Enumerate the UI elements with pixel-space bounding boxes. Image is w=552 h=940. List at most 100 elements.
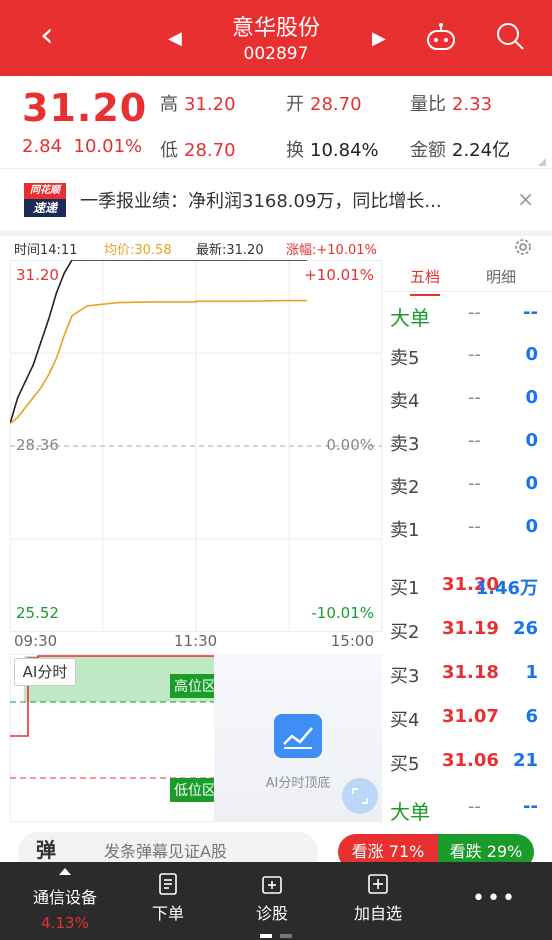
avg-point <box>16 416 19 418</box>
ask-row[interactable]: 卖2 -- 0 <box>384 463 552 505</box>
high-value: 31.20 <box>184 94 236 115</box>
high-label: 高 <box>160 94 178 115</box>
danmaku-icon[interactable]: 弹 <box>36 834 56 863</box>
big-sell-price: -- <box>468 302 481 323</box>
info-time: 时间14:11 <box>14 243 78 258</box>
search-icon[interactable] <box>494 20 526 52</box>
big-buy-label: 大单 <box>390 800 430 824</box>
big-buy-vol: -- <box>523 796 538 817</box>
chart-bottom-price: 25.52 <box>16 604 59 622</box>
big-sell-row[interactable]: 大单 -- -- <box>384 292 552 334</box>
ask-volume: 0 <box>525 344 538 365</box>
ask-row[interactable]: 卖1 -- 0 <box>384 506 552 548</box>
chart-mid-pct: 0.00% <box>326 436 374 454</box>
avg-point <box>288 299 290 302</box>
bid-price: 31.06 <box>442 750 499 771</box>
open-value: 28.70 <box>310 94 362 115</box>
ask-level-label: 卖4 <box>390 391 420 412</box>
ask-level-label: 卖3 <box>390 434 420 455</box>
low-stat: 低 28.70 <box>160 136 236 162</box>
vol-ratio-value: 2.33 <box>452 94 493 115</box>
gear-icon[interactable] <box>512 236 534 258</box>
order-label: 下单 <box>151 904 184 923</box>
ai-timeshare-panel[interactable]: AI分时 高位区 低位区 AI分时顶底 <box>9 653 383 823</box>
add-watchlist-label: 加自选 <box>353 904 402 923</box>
ask-row[interactable]: 卖4 -- 0 <box>384 377 552 419</box>
amount-stat: 金额 2.24亿 <box>410 136 510 162</box>
bid-price: 31.19 <box>442 618 499 639</box>
avg-point <box>305 299 307 302</box>
bid-volume: 26 <box>512 618 538 639</box>
price-point <box>24 380 27 382</box>
avg-point <box>24 406 27 409</box>
bid-price: 31.18 <box>442 662 499 683</box>
ai-tag[interactable]: AI分时 <box>14 658 76 686</box>
change-pct: 10.01% <box>73 136 143 157</box>
ask-price: -- <box>468 387 481 408</box>
tab-detail[interactable]: 明细 <box>486 266 516 287</box>
bid-row[interactable]: 买3 31.18 1 <box>384 652 552 694</box>
ask-row[interactable]: 卖3 -- 0 <box>384 420 552 462</box>
diagnose-icon <box>262 876 282 894</box>
open-label: 开 <box>286 94 304 115</box>
bid-volume: 6 <box>525 706 538 727</box>
bid-row[interactable]: 买5 31.06 21 <box>384 740 552 782</box>
bid-level-label: 买2 <box>390 622 420 643</box>
ai-overlay[interactable]: AI分时顶底 <box>214 654 382 822</box>
order-button[interactable]: 下单 <box>140 862 196 940</box>
price-point <box>40 341 42 343</box>
expand-corner-icon[interactable] <box>538 158 546 166</box>
low-zone-label: 低位区 <box>170 778 220 802</box>
ask-row[interactable]: 卖5 -- 0 <box>384 334 552 376</box>
top-bar: ‹ ◀ 意华股份 002897 ▶ <box>0 0 552 76</box>
news-text[interactable]: 一季报业绩：净利润3168.09万，同比增长... <box>80 187 442 213</box>
bid-row[interactable]: 买2 31.19 26 <box>384 608 552 650</box>
ask-level-label: 卖5 <box>390 348 420 369</box>
more-button[interactable]: ••• <box>472 886 517 911</box>
ask-level-label: 卖2 <box>390 477 420 498</box>
low-label: 低 <box>160 140 178 161</box>
chart-info-bar: 时间14:11 均价:30.58 最新:31.20 涨幅:+10.01% <box>0 236 552 258</box>
bid-level-label: 买4 <box>390 710 420 731</box>
robot-icon[interactable] <box>424 22 458 52</box>
ask-volume: 0 <box>525 430 538 451</box>
time-end: 15:00 <box>330 632 374 650</box>
bid-row[interactable]: 买1 31.20 1.46万 <box>384 564 552 606</box>
next-stock-button[interactable]: ▶ <box>372 28 386 49</box>
avg-point <box>47 373 50 376</box>
turnover-stat: 换 10.84% <box>286 136 379 162</box>
price-point <box>63 272 66 274</box>
document-icon <box>159 873 177 895</box>
add-watchlist-button[interactable]: 加自选 <box>344 862 412 940</box>
avg-point <box>63 334 66 337</box>
logo-bottom-text: 速递 <box>24 199 66 217</box>
price-point <box>47 318 50 320</box>
info-change: 涨幅:+10.01% <box>286 243 377 258</box>
bid-row[interactable]: 买4 31.07 6 <box>384 696 552 738</box>
caret-up-icon <box>59 868 71 875</box>
logo-top-text: 同花顺 <box>24 183 66 199</box>
news-banner[interactable]: 同花顺 速递 一季报业绩：净利润3168.09万，同比增长... × <box>0 168 552 230</box>
chart-bottom-pct: -10.01% <box>311 604 374 622</box>
info-latest: 最新:31.20 <box>196 243 264 258</box>
diagnose-button[interactable]: 诊股 <box>244 862 300 940</box>
close-icon[interactable]: × <box>517 187 534 211</box>
big-sell-label: 大单 <box>390 306 430 330</box>
ask-price: -- <box>468 430 481 451</box>
chart-top-pct: +10.01% <box>304 266 374 284</box>
ask-level-label: 卖1 <box>390 520 420 541</box>
bid-volume: 1.46万 <box>475 578 538 599</box>
sector-name: 通信设备 <box>32 888 97 907</box>
page-indicator <box>260 934 292 938</box>
tab-depth[interactable]: 五档 <box>410 266 441 296</box>
avg-point <box>195 300 197 303</box>
intraday-chart[interactable]: 31.20 +10.01% 28.36 0.00% 25.52 -10.01% <box>10 260 382 632</box>
sector-button[interactable]: 通信设备 4.13% <box>20 862 110 940</box>
price-point <box>32 363 35 366</box>
danmaku-bar: 弹 看涨 71% 看跌 29% <box>0 822 552 872</box>
sector-pct: 4.13% <box>41 914 89 932</box>
expand-icon[interactable] <box>342 778 378 814</box>
bid-level-label: 买3 <box>390 666 420 687</box>
order-book: 五档 明细 大单 -- -- 卖5 -- 0 卖4 -- 0 卖3 -- 0 卖… <box>384 258 552 824</box>
ask-price: -- <box>468 516 481 537</box>
